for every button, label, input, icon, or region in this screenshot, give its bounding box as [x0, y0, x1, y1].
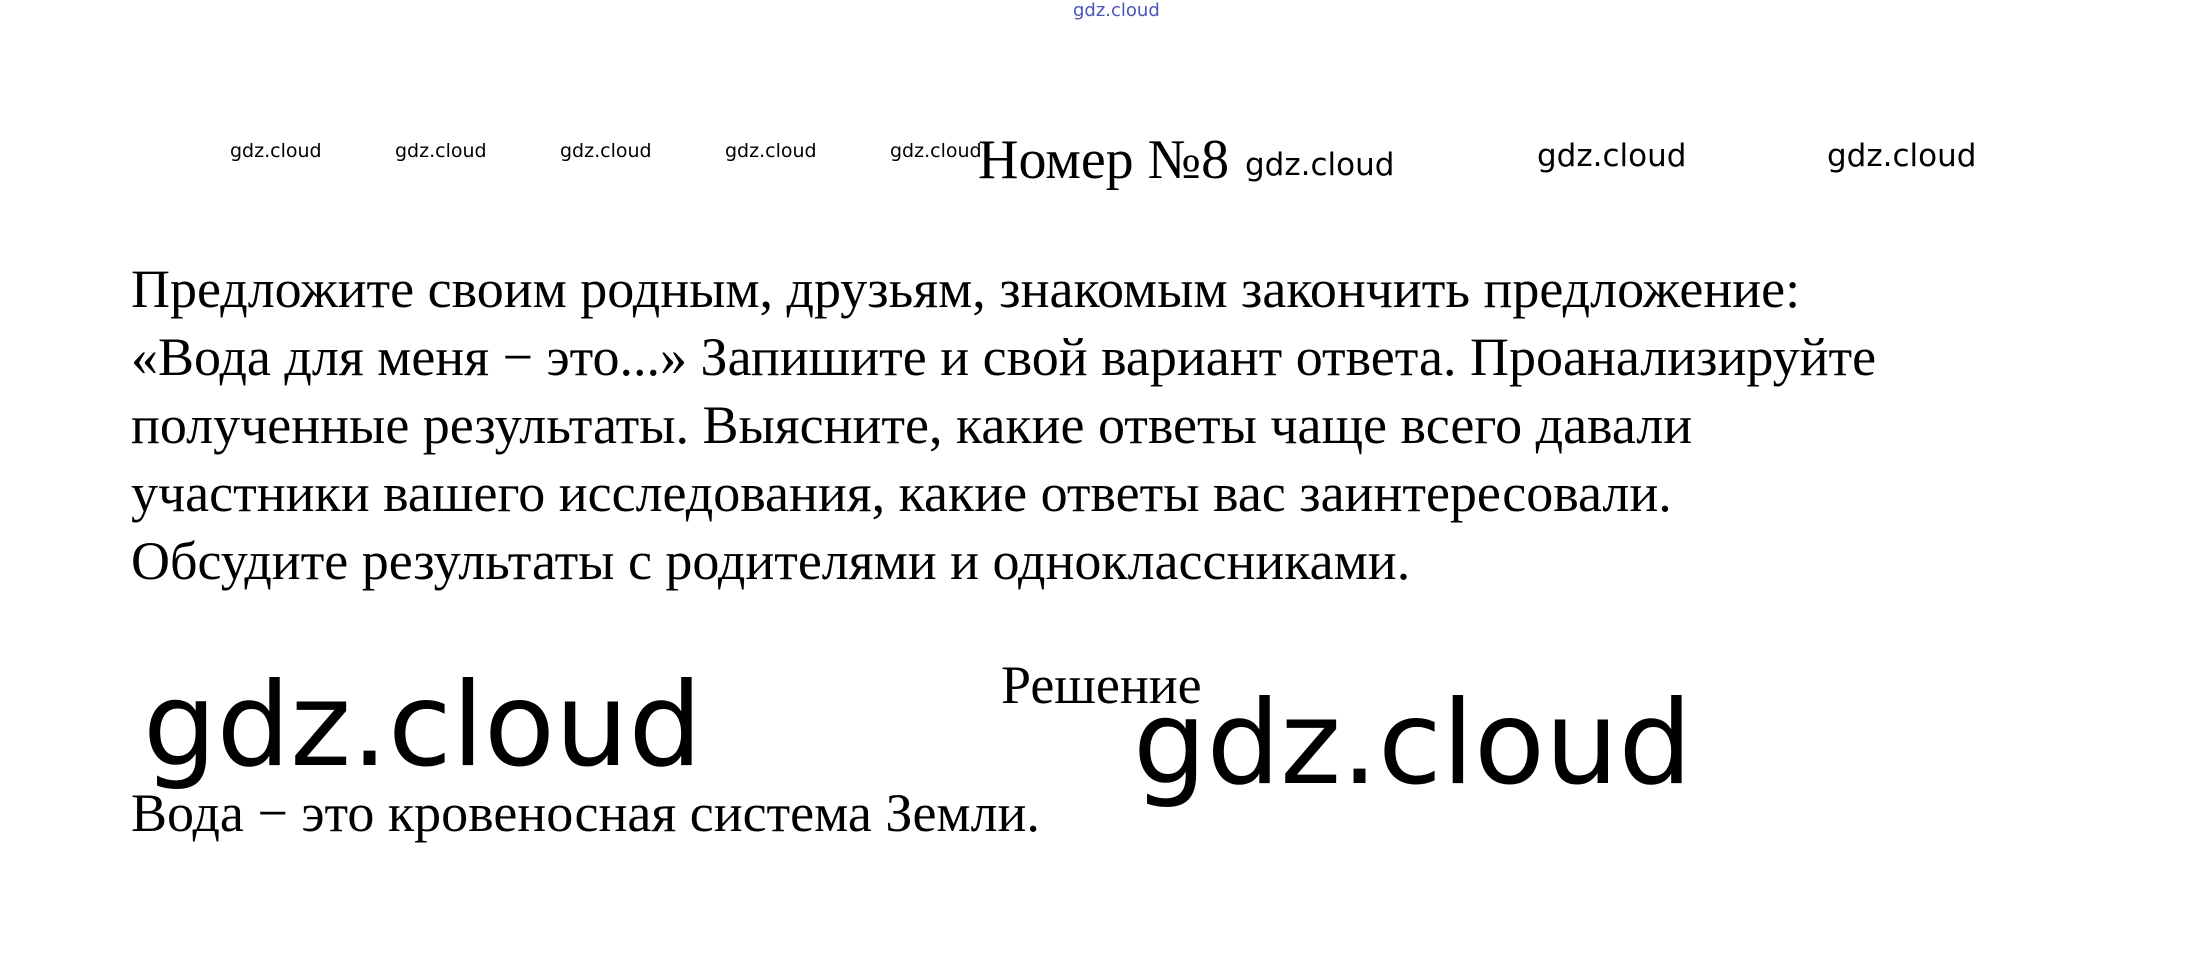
- problem-text-line: полученные результаты. Выясните, какие о…: [131, 395, 1693, 455]
- watermark-small-2: gdz.cloud: [395, 140, 487, 162]
- watermark-small-3: gdz.cloud: [560, 140, 652, 162]
- watermark-small-1: gdz.cloud: [230, 140, 322, 162]
- problem-title: Номер №8: [978, 129, 1230, 191]
- watermark-top: gdz.cloud: [1073, 0, 1160, 21]
- watermark-medium-2: gdz.cloud: [1537, 138, 1687, 174]
- watermark-medium-3: gdz.cloud: [1827, 138, 1977, 174]
- problem-text-line: Предложите своим родным, друзьям, знаком…: [131, 259, 1801, 319]
- problem-text-line: Обсудите результаты с родителями и однок…: [131, 531, 1411, 591]
- problem-text-line: «Вода для меня − это...» Запишите и свой…: [131, 327, 1877, 387]
- watermark-medium-1: gdz.cloud: [1245, 147, 1395, 183]
- problem-text: Предложите своим родным, друзьям, знаком…: [131, 255, 2171, 595]
- watermark-small-5: gdz.cloud: [890, 140, 982, 162]
- watermark-large-1: gdz.cloud: [143, 658, 703, 793]
- solution-answer: Вода − это кровеносная система Земли.: [131, 783, 1040, 843]
- watermark-large-2: gdz.cloud: [1133, 676, 1693, 811]
- watermark-small-4: gdz.cloud: [725, 140, 817, 162]
- problem-text-line: участники вашего исследования, какие отв…: [131, 463, 1672, 523]
